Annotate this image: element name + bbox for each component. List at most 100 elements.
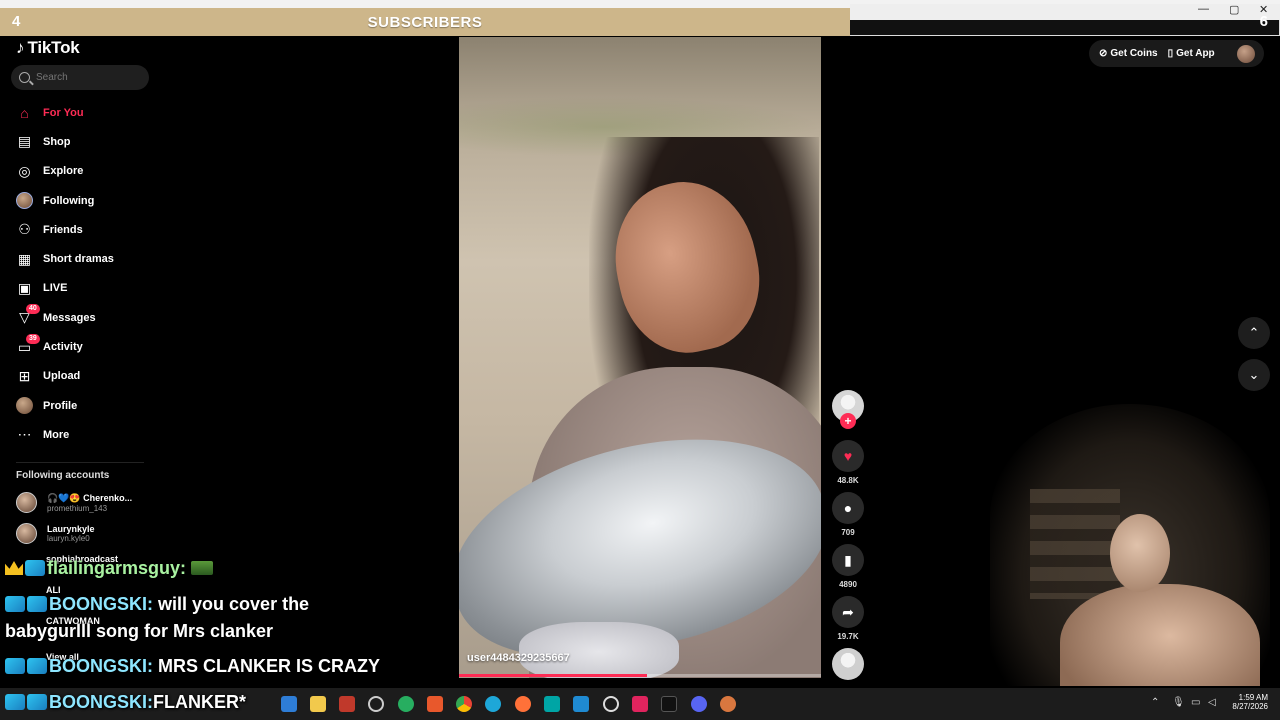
following-account[interactable]: 🎧💙😍 Cherenko... promethium_143 bbox=[16, 492, 132, 513]
chat-line: BOONGSKI: will you cover the bbox=[5, 594, 309, 615]
heart-icon[interactable]: ♥ bbox=[832, 440, 864, 472]
chat-username: BOONGSKI: bbox=[49, 656, 154, 676]
share-action[interactable]: ➦ 19.7K bbox=[832, 596, 864, 641]
share-count: 19.7K bbox=[837, 632, 859, 641]
divider bbox=[16, 462, 144, 463]
account-name: Laurynkyle bbox=[47, 524, 95, 534]
nav-label: Short dramas bbox=[43, 253, 114, 266]
follow-plus-button[interactable]: + bbox=[840, 413, 856, 429]
previous-video-button[interactable]: ⌃ bbox=[1238, 317, 1270, 349]
video-player[interactable] bbox=[459, 37, 821, 678]
nav-item-short-dramas[interactable]: ▦ Short dramas bbox=[0, 244, 160, 273]
clock-date: 8/27/2026 bbox=[1232, 702, 1268, 711]
home-icon: ⌂ bbox=[20, 104, 29, 121]
friends-icon: ⚇ bbox=[18, 221, 31, 238]
chat-username: BOONGSKI: bbox=[49, 692, 154, 712]
folder-icon[interactable] bbox=[310, 696, 326, 712]
share-icon[interactable]: ➦ bbox=[832, 596, 864, 628]
get-coins-button[interactable]: ⊘ Get Coins bbox=[1099, 48, 1158, 59]
taskbar-app-icon[interactable] bbox=[632, 696, 648, 712]
save-action[interactable]: ▮ 4890 bbox=[832, 544, 864, 589]
system-clock[interactable]: 1:59 AM 8/27/2026 bbox=[1226, 693, 1268, 711]
clock-app-icon[interactable] bbox=[368, 696, 384, 712]
network-icon[interactable]: ▭ bbox=[1191, 697, 1200, 708]
webcam-overlay bbox=[990, 404, 1270, 686]
firefox-icon[interactable] bbox=[515, 696, 531, 712]
subscriber-badge-icon bbox=[5, 694, 25, 710]
bookmark-icon[interactable]: ▮ bbox=[832, 544, 864, 576]
volume-icon[interactable]: ◁ bbox=[1208, 697, 1216, 708]
profile-avatar-icon bbox=[16, 397, 33, 415]
taskbar-app-icon[interactable] bbox=[339, 696, 355, 712]
comment-action[interactable]: ● 709 bbox=[832, 492, 864, 537]
nav-item-messages[interactable]: ▽ 40 Messages bbox=[0, 303, 160, 332]
video-progress-bar[interactable] bbox=[459, 674, 821, 677]
tiktok-taskbar-icon[interactable] bbox=[661, 696, 677, 712]
search-icon bbox=[19, 72, 30, 83]
nav-item-following[interactable]: Following bbox=[0, 186, 160, 215]
nav-label: More bbox=[43, 428, 70, 441]
nav-item-more[interactable]: ⋯ More bbox=[0, 420, 160, 449]
get-app-button[interactable]: ▯ Get App bbox=[1168, 48, 1215, 59]
following-account[interactable]: Laurynkyle lauryn.kyle0 bbox=[16, 523, 95, 544]
vscode-icon[interactable] bbox=[573, 696, 589, 712]
chat-username: BOONGSKI: bbox=[49, 594, 154, 614]
maximize-button[interactable]: ▢ bbox=[1229, 3, 1239, 16]
chat-message: will you cover the bbox=[158, 594, 310, 614]
browser-icon[interactable] bbox=[398, 696, 414, 712]
account-handle: promethium_143 bbox=[47, 503, 108, 513]
sidebar: ♪ TikTok ⌂ For You ▤ Shop ◎ Explore Foll… bbox=[0, 36, 160, 686]
comment-icon[interactable]: ● bbox=[832, 492, 864, 524]
search-input[interactable] bbox=[36, 72, 136, 83]
following-accounts-header: Following accounts bbox=[16, 470, 110, 481]
webcam-shelf bbox=[1030, 489, 1120, 599]
compass-icon: ◎ bbox=[18, 162, 31, 179]
profile-avatar-button[interactable] bbox=[1236, 44, 1255, 63]
subscriber-count-right: 6 bbox=[1259, 13, 1268, 30]
taskbar-app-icon[interactable] bbox=[544, 696, 560, 712]
tray-chevron-icon[interactable]: ⌃ bbox=[1151, 697, 1159, 708]
nav-item-for-you[interactable]: ⌂ For You bbox=[0, 98, 160, 127]
chat-line: babygurlll song for Mrs clanker bbox=[5, 621, 273, 642]
nav-label: Following bbox=[43, 194, 95, 207]
tiktok-logo[interactable]: ♪ TikTok bbox=[16, 38, 80, 58]
nav-label: Messages bbox=[43, 311, 96, 324]
messages-badge: 40 bbox=[26, 304, 40, 315]
nav-label: Activity bbox=[43, 341, 83, 354]
chevron-down-icon: ⌄ bbox=[1248, 367, 1260, 382]
logo-text: TikTok bbox=[27, 38, 80, 57]
nav-label: Upload bbox=[43, 370, 81, 383]
next-video-button[interactable]: ⌄ bbox=[1238, 359, 1270, 391]
nav-item-shop[interactable]: ▤ Shop bbox=[0, 127, 160, 156]
taskbar-app-icon[interactable] bbox=[720, 696, 736, 712]
main-nav: ⌂ For You ▤ Shop ◎ Explore Following ⚇ F… bbox=[0, 98, 160, 450]
top-right-actions: ⊘ Get Coins ▯ Get App bbox=[1089, 40, 1264, 67]
nav-item-activity[interactable]: ▭ 39 Activity bbox=[0, 332, 160, 361]
avatar bbox=[16, 523, 37, 544]
chrome-icon[interactable] bbox=[456, 696, 472, 712]
subscribers-banner: SUBSCRIBERS bbox=[0, 8, 850, 36]
edge-icon[interactable] bbox=[485, 696, 501, 712]
activity-icon: ▭ 39 bbox=[16, 333, 40, 356]
discord-icon[interactable] bbox=[691, 696, 707, 712]
search-box[interactable] bbox=[11, 65, 149, 90]
microphone-icon[interactable]: 🎙 bbox=[1172, 697, 1185, 708]
brave-icon[interactable] bbox=[427, 696, 443, 712]
like-action[interactable]: ♥ 48.8K bbox=[832, 440, 864, 485]
nav-label: LIVE bbox=[43, 282, 68, 295]
sound-avatar[interactable] bbox=[832, 648, 864, 680]
video-username[interactable]: user4484329235667 bbox=[467, 652, 570, 664]
account-name: 🎧💙😍 Cherenko... bbox=[47, 492, 133, 503]
nav-item-friends[interactable]: ⚇ Friends bbox=[0, 215, 160, 244]
taskbar-app-icon[interactable] bbox=[281, 696, 297, 712]
nav-item-upload[interactable]: ⊞ Upload bbox=[0, 362, 160, 391]
obs-icon[interactable] bbox=[603, 696, 619, 712]
tiktok-note-icon: ♪ bbox=[16, 38, 25, 57]
nav-item-profile[interactable]: Profile bbox=[0, 391, 160, 420]
minimize-button[interactable]: — bbox=[1198, 3, 1209, 15]
subscriber-badge-icon bbox=[5, 596, 25, 612]
chat-message: MRS CLANKER IS CRAZY bbox=[158, 656, 381, 676]
nav-item-explore[interactable]: ◎ Explore bbox=[0, 157, 160, 186]
nav-item-live[interactable]: ▣ LIVE bbox=[0, 274, 160, 303]
emote-icon bbox=[191, 561, 214, 575]
